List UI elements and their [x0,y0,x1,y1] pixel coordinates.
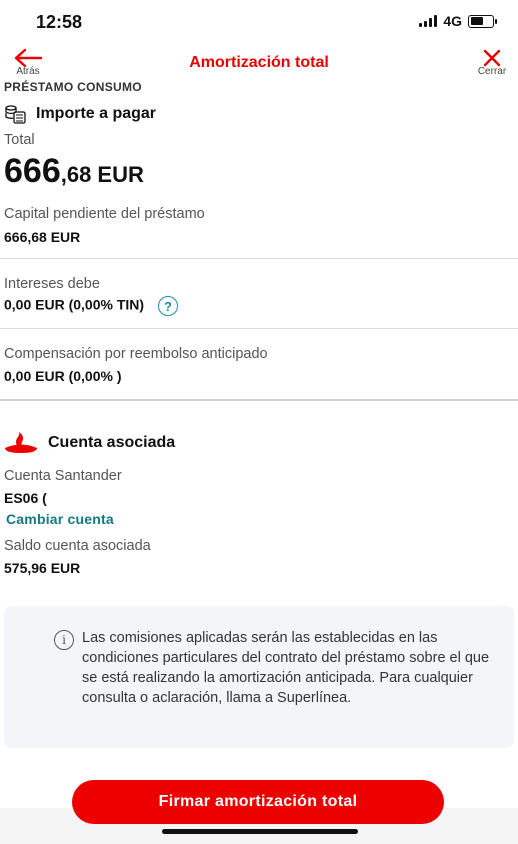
intereses-value-row: 0,00 EUR (0,00% TIN) ? [4,296,178,316]
signal-icon [419,15,438,27]
section-divider [0,399,518,401]
total-label: Total [4,132,35,148]
battery-icon [468,14,497,28]
santander-flame-icon [5,432,37,453]
saldo-label: Saldo cuenta asociada [4,538,151,554]
status-bar: 12:58 4G [0,0,518,44]
compensacion-rate: (0,00% ) [68,368,122,384]
intereses-rate: (0,00% TIN) [68,296,145,313]
saldo-value: 575,96 EUR [4,560,81,576]
total-amount: 666,68 EUR [4,152,144,191]
compensacion-label: Compensación por reembolso anticipado [4,346,268,362]
status-time: 12:58 [36,12,83,32]
page-title: Amortización total [189,54,329,71]
change-account-link[interactable]: Cambiar cuenta [6,511,114,527]
close-label: Cerrar [477,66,507,77]
capital-label: Capital pendiente del préstamo [4,206,205,222]
intereses-label: Intereses debe [4,276,100,292]
intereses-value: 0,00 EUR [4,296,65,313]
divider [0,328,518,329]
close-icon [483,49,501,67]
importe-header: Importe a pagar [4,104,156,124]
total-rest: ,68 EUR [60,162,144,187]
cuenta-header: Cuenta asociada [4,432,175,454]
info-icon: i [54,630,74,650]
capital-value: 666,68 EUR [4,229,81,245]
sign-button[interactable]: Firmar amortización total [72,780,444,824]
info-box: i Las comisiones aplicadas serán las est… [4,606,514,748]
coins-icon [5,105,26,124]
divider [0,258,518,259]
network-type: 4G [443,13,462,29]
account-value: ES06 ( [4,490,47,506]
battery-level [470,17,484,25]
close-button[interactable]: Cerrar [472,48,512,77]
home-indicator[interactable] [162,829,358,834]
status-indicators: 4G [419,13,497,29]
total-int: 666 [4,152,61,190]
account-label: Cuenta Santander [4,468,122,484]
compensacion-value-row: 0,00 EUR (0,00% ) [4,368,122,384]
info-text: Las comisiones aplicadas serán las estab… [82,630,490,706]
compensacion-value: 0,00 EUR [4,368,65,384]
importe-title: Importe a pagar [36,105,157,122]
section-label: PRÉSTAMO CONSUMO [4,80,142,94]
cuenta-title: Cuenta asociada [48,434,176,451]
help-icon[interactable]: ? [157,296,178,316]
